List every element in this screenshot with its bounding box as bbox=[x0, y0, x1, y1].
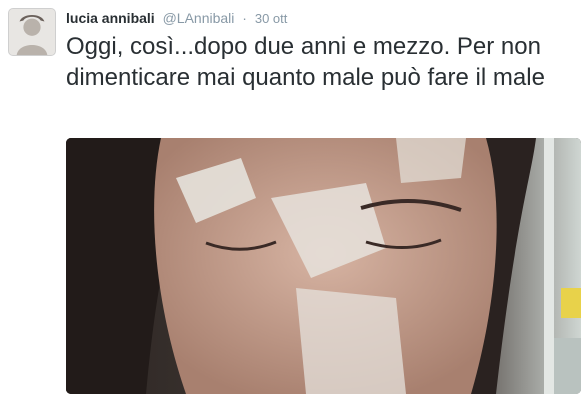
user-avatar-icon bbox=[9, 9, 55, 55]
tweet-card: lucia annibali @LAnnibali · 30 ott Oggi,… bbox=[0, 0, 588, 400]
header-separator: · bbox=[242, 10, 247, 26]
author-handle[interactable]: @LAnnibali bbox=[163, 10, 235, 26]
tweet-text: Oggi, così...dopo due anni e mezzo. Per … bbox=[66, 33, 548, 91]
tweet-media-photo[interactable] bbox=[66, 138, 581, 394]
tweet-timestamp[interactable]: 30 ott bbox=[255, 11, 288, 26]
author-avatar[interactable] bbox=[8, 8, 56, 56]
photo-icon bbox=[66, 138, 581, 394]
author-name[interactable]: lucia annibali bbox=[66, 10, 155, 26]
tweet-header: lucia annibali @LAnnibali · 30 ott bbox=[66, 9, 287, 28]
